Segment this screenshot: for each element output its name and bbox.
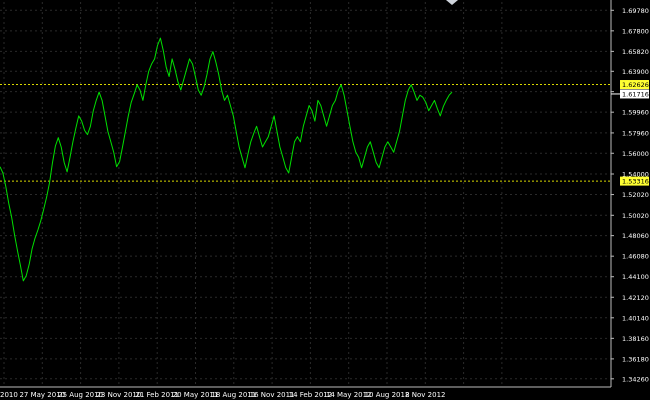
y-tick-label: 1.50020 bbox=[622, 212, 649, 220]
y-tick-label: 1.69780 bbox=[622, 7, 649, 15]
y-tick-label: 1.46080 bbox=[622, 253, 649, 261]
chart-background bbox=[0, 0, 650, 400]
level-price-label: 1.62626 bbox=[622, 81, 649, 89]
y-tick-label: 1.36180 bbox=[622, 355, 649, 363]
y-tick-label: 1.44100 bbox=[622, 273, 649, 281]
current-price-label: 1.61716 bbox=[622, 90, 649, 98]
y-tick-label: 1.63900 bbox=[622, 68, 649, 76]
y-tick-label: 1.40140 bbox=[622, 314, 649, 322]
x-tick-label: 2010 bbox=[0, 391, 18, 399]
y-tick-label: 1.34260 bbox=[622, 375, 649, 383]
level-price-label: 1.53316 bbox=[622, 178, 649, 186]
y-tick-label: 1.42120 bbox=[622, 294, 649, 302]
y-tick-label: 1.57960 bbox=[622, 129, 649, 137]
y-tick-label: 1.67800 bbox=[622, 27, 649, 35]
y-tick-label: 1.38160 bbox=[622, 335, 649, 343]
y-tick-label: 1.56000 bbox=[622, 150, 649, 158]
y-tick-label: 1.65820 bbox=[622, 48, 649, 56]
y-tick-label: 1.59960 bbox=[622, 109, 649, 117]
y-tick-label: 1.48060 bbox=[622, 232, 649, 240]
x-axis-ticks: 2010 27 May 201025 Aug 201023 Nov 201021 … bbox=[0, 391, 445, 399]
price-chart: 2010 27 May 201025 Aug 201023 Nov 201021 … bbox=[0, 0, 650, 400]
x-tick-label: 8 Nov 2012 bbox=[405, 391, 445, 399]
y-tick-label: 1.52020 bbox=[622, 191, 649, 199]
x-tick-label: 10 Aug 2012 bbox=[365, 391, 410, 399]
